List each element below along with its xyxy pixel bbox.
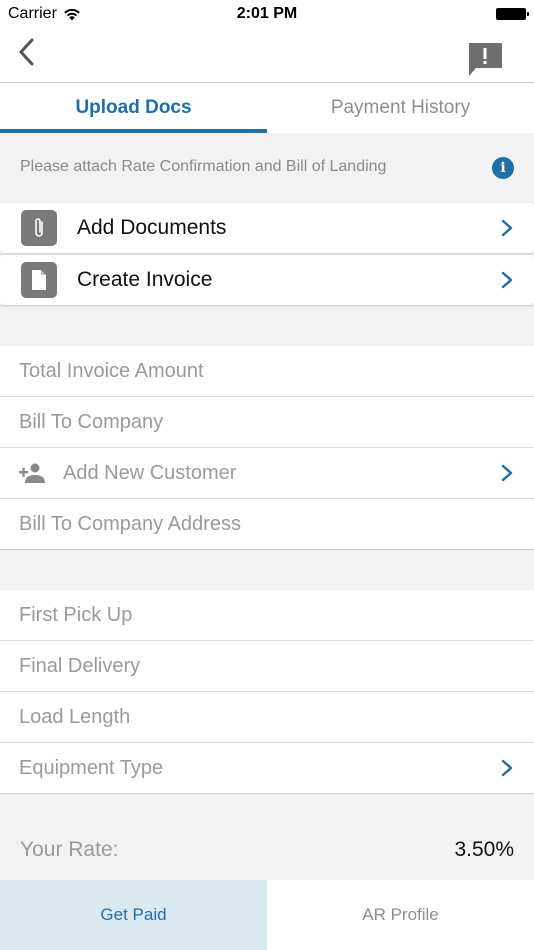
- first-pick-up-placeholder: First Pick Up: [19, 603, 133, 626]
- bill-to-company-field[interactable]: Bill To Company: [0, 397, 534, 448]
- final-delivery-placeholder: Final Delivery: [19, 654, 141, 677]
- rate-row: Your Rate: 3.50%: [0, 820, 534, 880]
- document-icon: [21, 262, 57, 298]
- first-pick-up-field[interactable]: First Pick Up: [0, 590, 534, 641]
- create-invoice-button[interactable]: Create Invoice: [0, 255, 534, 305]
- load-length-field[interactable]: Load Length: [0, 692, 534, 743]
- chevron-left-icon: [19, 38, 34, 66]
- bottom-tab-bar: Get Paid AR Profile: [0, 880, 534, 950]
- navigation-bar: [0, 28, 534, 83]
- total-invoice-amount-field[interactable]: Total Invoice Amount: [0, 346, 534, 397]
- add-documents-button[interactable]: Add Documents: [0, 203, 534, 253]
- paperclip-icon: [21, 210, 57, 246]
- attach-note: Please attach Rate Confirmation and Bill…: [0, 133, 534, 203]
- top-tabs: Upload Docs Payment History: [0, 83, 534, 133]
- rate-label: Your Rate:: [20, 838, 119, 861]
- total-invoice-amount-placeholder: Total Invoice Amount: [19, 359, 204, 382]
- add-new-customer-label: Add New Customer: [63, 461, 237, 484]
- chevron-right-icon: [501, 219, 513, 237]
- chevron-right-icon: [501, 271, 513, 289]
- bill-to-company-address-field[interactable]: Bill To Company Address: [0, 499, 534, 550]
- tab-upload-docs[interactable]: Upload Docs: [0, 83, 267, 133]
- attach-note-text: Please attach Rate Confirmation and Bill…: [20, 158, 387, 175]
- load-fields: First Pick Up Final Delivery Load Length…: [0, 590, 534, 794]
- equipment-type-select[interactable]: Equipment Type: [0, 743, 534, 794]
- battery-icon: [496, 8, 529, 20]
- info-icon[interactable]: i: [492, 157, 514, 179]
- create-invoice-label: Create Invoice: [77, 268, 213, 291]
- feedback-button[interactable]: [466, 40, 504, 78]
- load-length-placeholder: Load Length: [19, 705, 131, 728]
- feedback-icon: [469, 43, 502, 76]
- add-new-customer-button[interactable]: Add New Customer: [0, 448, 534, 499]
- add-person-icon: [19, 463, 45, 483]
- chevron-right-icon: [501, 759, 513, 777]
- tab-ar-profile[interactable]: AR Profile: [267, 880, 534, 950]
- add-documents-label: Add Documents: [77, 216, 227, 239]
- status-time: 2:01 PM: [236, 5, 298, 22]
- back-button[interactable]: [10, 32, 42, 72]
- bill-to-company-placeholder: Bill To Company: [19, 410, 164, 433]
- invoice-fields: Total Invoice Amount Bill To Company Add…: [0, 346, 534, 550]
- final-delivery-field[interactable]: Final Delivery: [0, 641, 534, 692]
- chevron-right-icon: [501, 464, 513, 482]
- status-bar: Carrier 2:01 PM: [0, 0, 534, 28]
- equipment-type-label: Equipment Type: [19, 756, 164, 779]
- bill-to-company-address-placeholder: Bill To Company Address: [19, 512, 241, 535]
- tab-get-paid[interactable]: Get Paid: [0, 880, 267, 950]
- tab-payment-history[interactable]: Payment History: [267, 83, 534, 133]
- rate-value: 3.50%: [454, 838, 514, 861]
